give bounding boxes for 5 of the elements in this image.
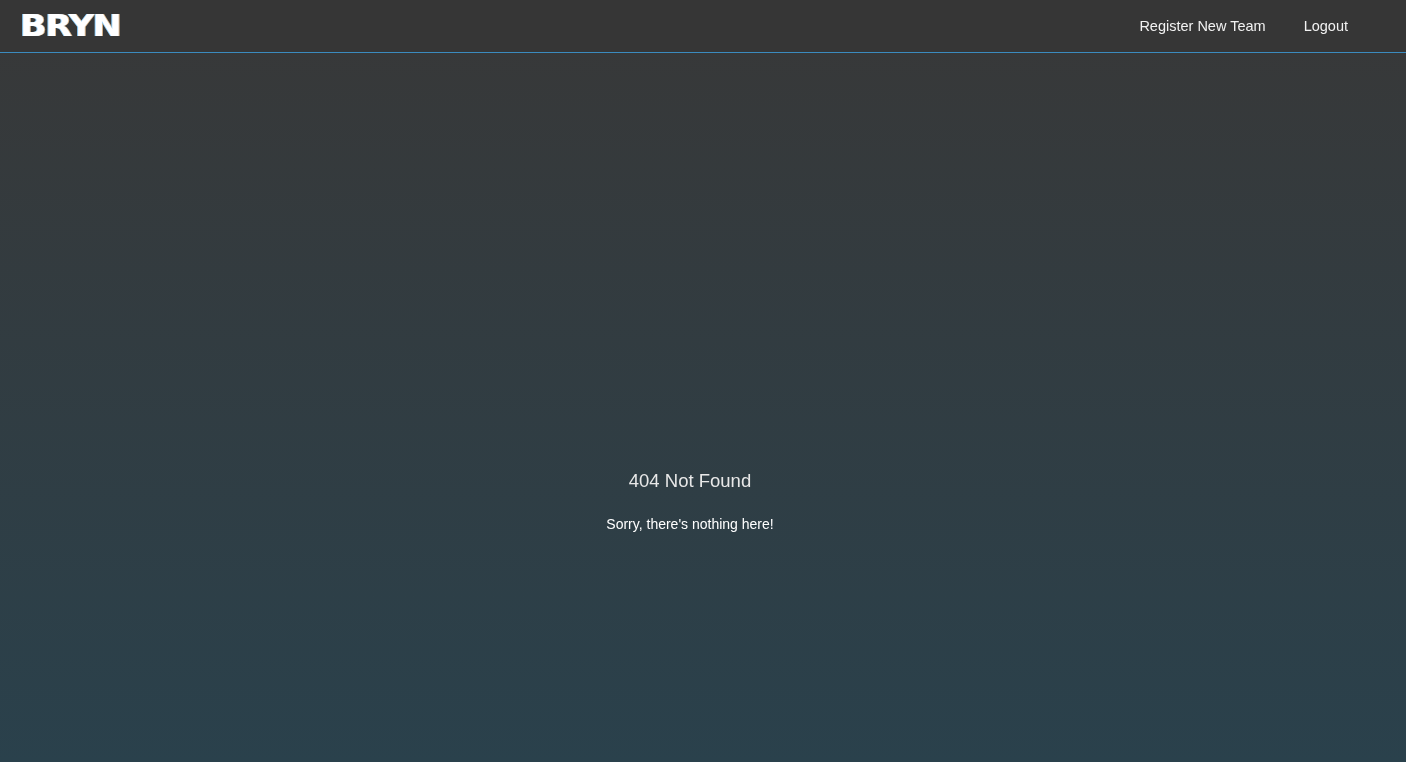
- nav-link[interactable]: Logout: [1303, 18, 1348, 34]
- brand-logo[interactable]: BRYN: [20, 11, 121, 42]
- error-title: 404 Not Found: [628, 469, 752, 493]
- error-message: Sorry, there's nothing here!: [606, 515, 774, 534]
- nav-link[interactable]: Register New Team: [1139, 18, 1266, 34]
